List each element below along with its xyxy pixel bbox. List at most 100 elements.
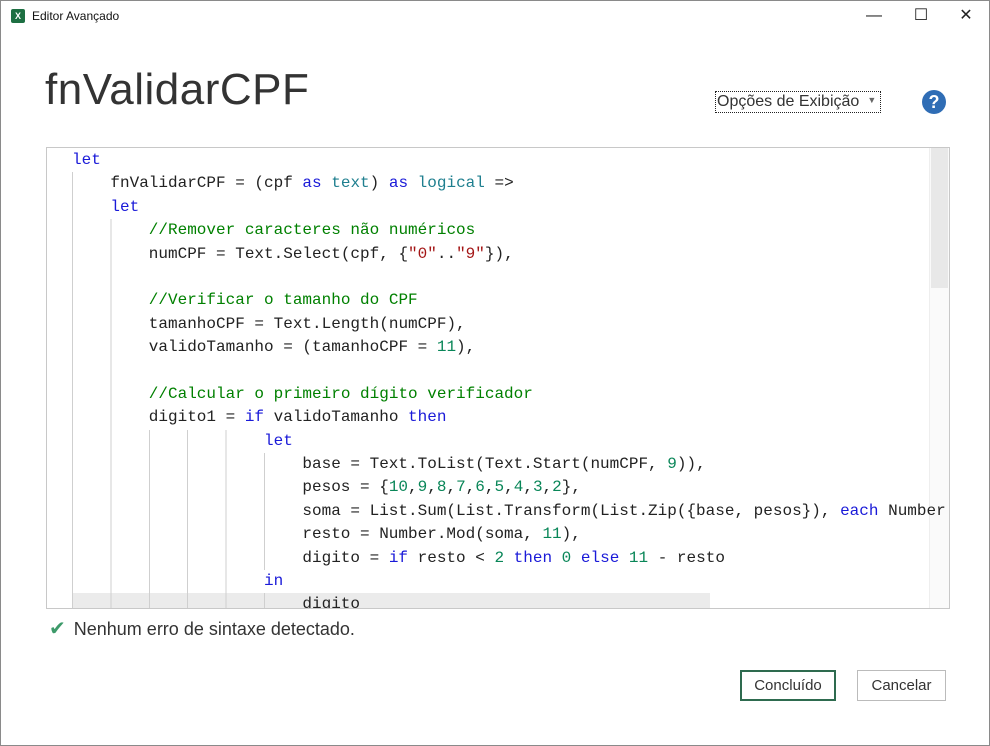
indent-guide (72, 359, 149, 383)
code-token: "0" (408, 244, 437, 263)
code-line[interactable]: base = Text.ToList(Text.Start(numCPF, 9)… (72, 453, 946, 477)
code-token: }, (561, 478, 581, 497)
code-token: 6 (475, 478, 485, 497)
code-token: fnValidarCPF = (cpf (110, 174, 303, 193)
chevron-down-icon: ▼ (867, 95, 877, 105)
indent-guide (72, 593, 303, 608)
minimize-button[interactable]: — (851, 1, 897, 31)
checkmark-icon: ✔ (49, 618, 66, 640)
code-line[interactable]: //Verificar o tamanho do CPF (72, 289, 946, 313)
code-line[interactable] (72, 265, 946, 290)
code-line[interactable] (72, 359, 946, 383)
code-token: digito = (302, 548, 389, 567)
code-line[interactable]: digito = if resto < 2 then 0 else 11 - r… (72, 546, 946, 571)
code-token: 2 (552, 478, 562, 497)
code-token: , (408, 478, 418, 497)
display-options-dropdown[interactable]: Opções de Exibição ▼ (715, 91, 882, 113)
code-line[interactable]: numCPF = Text.Select(cpf, {"0".."9"}), (72, 242, 946, 266)
code-token: pesos = { (302, 478, 389, 497)
indent-guide (72, 406, 149, 430)
code-token: , (484, 478, 495, 497)
code-token: as (302, 174, 322, 193)
code-token: //Verificar o tamanho do CPF (148, 291, 418, 310)
code-token: 9 (417, 478, 428, 497)
done-button[interactable]: Concluído (740, 670, 836, 701)
code-token: 11 (542, 525, 562, 544)
close-button[interactable]: ✕ (943, 1, 989, 31)
code-token: - resto (648, 548, 725, 567)
code-token: 3 (532, 478, 543, 497)
code-token: base = Text.ToList(Text.Start(numCPF, (302, 455, 668, 474)
code-line[interactable]: fnValidarCPF = (cpf as text) as logical … (72, 172, 946, 196)
code-token: 4 (513, 478, 524, 497)
code-token: text (331, 174, 370, 193)
code-token: digito (302, 595, 360, 609)
code-line[interactable]: let (72, 429, 946, 454)
code-token: }), (484, 244, 514, 263)
title-bar: X Editor Avançado — ☐ ✕ (1, 1, 989, 31)
display-options-label: Opções de Exibição (717, 93, 860, 110)
code-line[interactable]: validoTamanho = (tamanhoCPF = 11), (72, 336, 946, 360)
status-text: Nenhum erro de sintaxe detectado. (73, 619, 355, 639)
code-line[interactable]: let (72, 195, 946, 220)
indent-guide (72, 242, 149, 266)
code-token: , (504, 478, 514, 497)
code-token: ), (561, 525, 581, 544)
code-token: resto < (408, 548, 495, 567)
indent-guide (72, 546, 303, 571)
syntax-status: ✔ Nenhum erro de sintaxe detectado. (49, 616, 355, 641)
maximize-button[interactable]: ☐ (898, 1, 944, 31)
code-token: validoTamanho (264, 408, 409, 427)
code-line[interactable]: resto = Number.Mod(soma, 11), (72, 523, 946, 547)
code-line[interactable]: in (72, 570, 946, 594)
code-token: soma = List.Sum(List.Transform(List.Zip(… (302, 501, 841, 520)
code-lines: let fnValidarCPF = (cpf as text) as logic… (72, 149, 946, 609)
indent-guide (72, 476, 303, 500)
indent-guide (72, 265, 149, 290)
code-token: , (427, 478, 437, 497)
indent-guide (72, 172, 111, 196)
code-token: each (840, 501, 879, 520)
code-token: 5 (494, 478, 505, 497)
vertical-scrollbar[interactable] (929, 148, 949, 608)
code-token: , (523, 478, 533, 497)
code-token: 10 (388, 478, 409, 497)
code-token: 9 (667, 455, 677, 474)
code-editor[interactable]: let fnValidarCPF = (cpf as text) as logic… (46, 147, 950, 609)
scrollbar-thumb[interactable] (931, 148, 948, 288)
code-token: 7 (456, 478, 466, 497)
code-token: let (72, 151, 101, 169)
code-token: let (110, 197, 140, 216)
code-token: resto = Number.Mod(soma, (302, 525, 543, 544)
code-line[interactable]: let (72, 149, 946, 172)
code-token: if (388, 548, 409, 567)
code-token: 11 (436, 338, 457, 357)
code-token: logical (417, 174, 485, 193)
indent-guide (72, 382, 149, 407)
code-token: 2 (494, 548, 505, 567)
cancel-button[interactable]: Cancelar (857, 670, 946, 701)
code-line[interactable]: //Remover caracteres não numéricos (72, 219, 946, 243)
code-line[interactable]: //Calcular o primeiro dígito verificador (72, 382, 946, 407)
code-token: 0 (561, 548, 572, 567)
query-title: fnValidarCPF (45, 65, 310, 114)
code-line[interactable]: digito (72, 593, 946, 609)
code-token: validoTamanho = (tamanhoCPF = (148, 338, 437, 357)
indent-guide (72, 570, 264, 594)
code-line[interactable]: digito1 = if validoTamanho then (72, 406, 946, 430)
help-icon[interactable]: ? (922, 90, 946, 114)
code-line[interactable]: soma = List.Sum(List.Transform(List.Zip(… (72, 499, 946, 524)
code-line[interactable]: tamanhoCPF = Text.Length(numCPF), (72, 312, 946, 337)
indent-guide (72, 499, 303, 524)
advanced-editor-window: X Editor Avançado — ☐ ✕ fnValidarCPF Opç… (0, 0, 990, 746)
code-token: as (388, 174, 409, 193)
code-token: .. (436, 244, 457, 263)
indent-guide (72, 453, 303, 477)
indent-guide (72, 523, 303, 547)
code-line[interactable]: pesos = {10,9,8,7,6,5,4,3,2}, (72, 476, 946, 500)
